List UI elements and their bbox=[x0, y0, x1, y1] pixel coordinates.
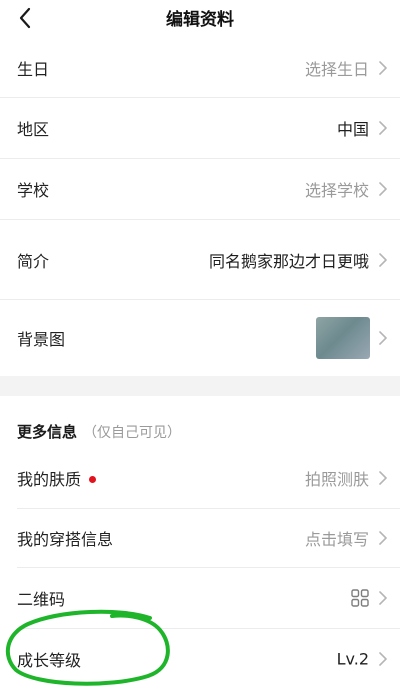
row-skin-type[interactable]: 我的肤质 拍照测肤 bbox=[0, 448, 400, 508]
outfit-info-value: 点击填写 bbox=[304, 530, 369, 549]
row-outfit-info[interactable]: 我的穿搭信息 点击填写 bbox=[0, 509, 400, 567]
row-label: 成长等级 bbox=[17, 650, 82, 670]
chevron-right-icon bbox=[379, 331, 387, 345]
skin-type-value: 拍照测肤 bbox=[304, 470, 369, 489]
row-birthday[interactable]: 生日 选择生日 bbox=[0, 38, 400, 98]
row-label: 背景图 bbox=[17, 330, 66, 349]
row-label-wrap: 我的肤质 bbox=[17, 466, 97, 490]
chevron-right-icon bbox=[379, 531, 387, 545]
row-label: 生日 bbox=[17, 60, 50, 79]
row-label: 我的穿搭信息 bbox=[17, 530, 114, 549]
row-label: 学校 bbox=[17, 181, 50, 200]
background-image-thumbnail bbox=[316, 317, 370, 359]
row-label: 地区 bbox=[17, 120, 50, 139]
chevron-right-icon bbox=[379, 471, 387, 485]
chevron-right-icon bbox=[379, 61, 387, 75]
row-label: 简介 bbox=[17, 252, 50, 271]
row-school[interactable]: 学校 选择学校 bbox=[0, 159, 400, 219]
birthday-value: 选择生日 bbox=[304, 60, 369, 79]
school-value: 选择学校 bbox=[304, 181, 369, 200]
chevron-right-icon bbox=[379, 253, 387, 267]
chevron-right-icon bbox=[379, 182, 387, 196]
row-bio[interactable]: 简介 同名鹅家那边才日更哦 bbox=[0, 220, 400, 300]
more-info-heading: 更多信息 （仅自己可见） bbox=[17, 421, 181, 442]
growth-level-value: Lv.2 bbox=[336, 649, 369, 668]
chevron-right-icon bbox=[379, 651, 387, 666]
row-label: 二维码 bbox=[17, 590, 66, 609]
section-gap bbox=[0, 376, 400, 396]
qr-code-icon bbox=[351, 589, 369, 607]
section-note: （仅自己可见） bbox=[83, 425, 182, 441]
page-title: 编辑资料 bbox=[166, 10, 234, 30]
chevron-right-icon bbox=[379, 121, 387, 135]
row-qr-code[interactable]: 二维码 bbox=[0, 568, 400, 628]
bio-value: 同名鹅家那边才日更哦 bbox=[208, 252, 369, 271]
header-bar: 编辑资料 bbox=[0, 0, 400, 38]
edit-profile-page: 编辑资料 生日 选择生日 地区 中国 学校 选择学校 简介 同名鹅家那边才日更哦… bbox=[0, 0, 400, 688]
row-background-image[interactable]: 背景图 bbox=[0, 300, 400, 376]
section-title: 更多信息 bbox=[17, 423, 78, 441]
red-dot-badge bbox=[89, 476, 97, 483]
chevron-right-icon bbox=[379, 591, 387, 605]
region-value: 中国 bbox=[336, 120, 369, 139]
row-region[interactable]: 地区 中国 bbox=[0, 98, 400, 158]
row-label: 我的肤质 bbox=[17, 470, 82, 489]
row-growth-level[interactable]: 成长等级 Lv.2 bbox=[0, 629, 400, 688]
